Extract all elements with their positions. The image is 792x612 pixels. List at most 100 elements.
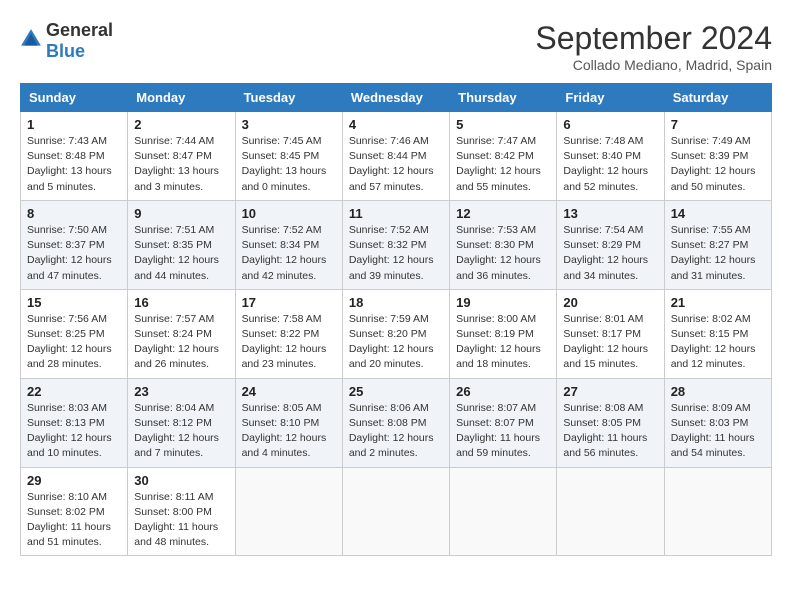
day-info: Sunrise: 7:45 AMSunset: 8:45 PMDaylight:…	[242, 134, 336, 195]
header-tuesday: Tuesday	[235, 84, 342, 112]
calendar-week-row: 15 Sunrise: 7:56 AMSunset: 8:25 PMDayligh…	[21, 289, 772, 378]
day-number: 12	[456, 206, 550, 221]
day-info: Sunrise: 7:50 AMSunset: 8:37 PMDaylight:…	[27, 223, 121, 284]
day-number: 23	[134, 384, 228, 399]
calendar-cell: 28 Sunrise: 8:09 AMSunset: 8:03 PMDayligh…	[664, 378, 771, 467]
day-number: 1	[27, 117, 121, 132]
calendar-cell: 24Sunrise: 8:05 AMSunset: 8:10 PMDayligh…	[235, 378, 342, 467]
day-info: Sunrise: 8:05 AMSunset: 8:10 PMDaylight:…	[242, 401, 336, 462]
day-info: Sunrise: 7:46 AMSunset: 8:44 PMDaylight:…	[349, 134, 443, 195]
day-number: 25	[349, 384, 443, 399]
day-number: 30	[134, 473, 228, 488]
calendar-week-row: 22 Sunrise: 8:03 AMSunset: 8:13 PMDayligh…	[21, 378, 772, 467]
calendar-cell: 25Sunrise: 8:06 AMSunset: 8:08 PMDayligh…	[342, 378, 449, 467]
header-saturday: Saturday	[664, 84, 771, 112]
day-number: 15	[27, 295, 121, 310]
calendar-cell: 9 Sunrise: 7:51 AMSunset: 8:35 PMDaylight…	[128, 200, 235, 289]
calendar-cell	[664, 467, 771, 556]
day-info: Sunrise: 7:48 AMSunset: 8:40 PMDaylight:…	[563, 134, 657, 195]
day-number: 13	[563, 206, 657, 221]
day-number: 9	[134, 206, 228, 221]
day-info: Sunrise: 7:59 AMSunset: 8:20 PMDaylight:…	[349, 312, 443, 373]
day-info: Sunrise: 7:47 AMSunset: 8:42 PMDaylight:…	[456, 134, 550, 195]
day-info: Sunrise: 8:09 AMSunset: 8:03 PMDaylight:…	[671, 401, 765, 462]
calendar-cell: 14 Sunrise: 7:55 AMSunset: 8:27 PMDayligh…	[664, 200, 771, 289]
calendar-cell: 8 Sunrise: 7:50 AMSunset: 8:37 PMDaylight…	[21, 200, 128, 289]
day-info: Sunrise: 7:51 AMSunset: 8:35 PMDaylight:…	[134, 223, 228, 284]
day-number: 11	[349, 206, 443, 221]
calendar-cell: 29 Sunrise: 8:10 AMSunset: 8:02 PMDayligh…	[21, 467, 128, 556]
header-thursday: Thursday	[450, 84, 557, 112]
calendar-cell: 1 Sunrise: 7:43 AMSunset: 8:48 PMDaylight…	[21, 112, 128, 201]
day-number: 2	[134, 117, 228, 132]
day-info: Sunrise: 7:57 AMSunset: 8:24 PMDaylight:…	[134, 312, 228, 373]
month-title: September 2024	[535, 20, 772, 57]
logo: General Blue	[20, 20, 113, 62]
day-info: Sunrise: 7:56 AMSunset: 8:25 PMDaylight:…	[27, 312, 121, 373]
day-info: Sunrise: 7:43 AMSunset: 8:48 PMDaylight:…	[27, 134, 121, 195]
calendar-cell	[235, 467, 342, 556]
day-number: 18	[349, 295, 443, 310]
day-number: 20	[563, 295, 657, 310]
day-number: 26	[456, 384, 550, 399]
logo-blue: Blue	[46, 41, 85, 61]
calendar-cell: 30Sunrise: 8:11 AMSunset: 8:00 PMDayligh…	[128, 467, 235, 556]
calendar-cell: 10Sunrise: 7:52 AMSunset: 8:34 PMDayligh…	[235, 200, 342, 289]
location: Collado Mediano, Madrid, Spain	[535, 57, 772, 73]
day-number: 7	[671, 117, 765, 132]
logo-general: General	[46, 20, 113, 40]
day-info: Sunrise: 8:04 AMSunset: 8:12 PMDaylight:…	[134, 401, 228, 462]
day-number: 4	[349, 117, 443, 132]
day-info: Sunrise: 7:55 AMSunset: 8:27 PMDaylight:…	[671, 223, 765, 284]
day-info: Sunrise: 8:00 AMSunset: 8:19 PMDaylight:…	[456, 312, 550, 373]
calendar-cell	[557, 467, 664, 556]
day-number: 3	[242, 117, 336, 132]
day-info: Sunrise: 8:10 AMSunset: 8:02 PMDaylight:…	[27, 490, 121, 551]
day-info: Sunrise: 7:52 AMSunset: 8:34 PMDaylight:…	[242, 223, 336, 284]
day-number: 28	[671, 384, 765, 399]
calendar-table: SundayMondayTuesdayWednesdayThursdayFrid…	[20, 83, 772, 556]
header-wednesday: Wednesday	[342, 84, 449, 112]
calendar-cell: 15 Sunrise: 7:56 AMSunset: 8:25 PMDayligh…	[21, 289, 128, 378]
logo-graphic	[20, 28, 42, 55]
calendar-header-row: SundayMondayTuesdayWednesdayThursdayFrid…	[21, 84, 772, 112]
calendar-week-row: 29 Sunrise: 8:10 AMSunset: 8:02 PMDayligh…	[21, 467, 772, 556]
day-number: 27	[563, 384, 657, 399]
day-number: 5	[456, 117, 550, 132]
calendar-cell: 2 Sunrise: 7:44 AMSunset: 8:47 PMDaylight…	[128, 112, 235, 201]
calendar-cell: 26 Sunrise: 8:07 AMSunset: 8:07 PMDayligh…	[450, 378, 557, 467]
header-sunday: Sunday	[21, 84, 128, 112]
header-monday: Monday	[128, 84, 235, 112]
calendar-cell: 21Sunrise: 8:02 AMSunset: 8:15 PMDayligh…	[664, 289, 771, 378]
calendar-cell: 18 Sunrise: 7:59 AMSunset: 8:20 PMDayligh…	[342, 289, 449, 378]
day-number: 6	[563, 117, 657, 132]
day-number: 8	[27, 206, 121, 221]
day-number: 22	[27, 384, 121, 399]
header-friday: Friday	[557, 84, 664, 112]
calendar-cell: 7 Sunrise: 7:49 AMSunset: 8:39 PMDaylight…	[664, 112, 771, 201]
day-number: 14	[671, 206, 765, 221]
day-info: Sunrise: 8:08 AMSunset: 8:05 PMDaylight:…	[563, 401, 657, 462]
calendar-cell	[450, 467, 557, 556]
calendar-cell: 23 Sunrise: 8:04 AMSunset: 8:12 PMDayligh…	[128, 378, 235, 467]
day-info: Sunrise: 7:49 AMSunset: 8:39 PMDaylight:…	[671, 134, 765, 195]
day-info: Sunrise: 8:03 AMSunset: 8:13 PMDaylight:…	[27, 401, 121, 462]
calendar-cell: 16Sunrise: 7:57 AMSunset: 8:24 PMDayligh…	[128, 289, 235, 378]
calendar-cell: 20Sunrise: 8:01 AMSunset: 8:17 PMDayligh…	[557, 289, 664, 378]
calendar-cell: 13 Sunrise: 7:54 AMSunset: 8:29 PMDayligh…	[557, 200, 664, 289]
calendar-cell: 11 Sunrise: 7:52 AMSunset: 8:32 PMDayligh…	[342, 200, 449, 289]
calendar-cell: 17 Sunrise: 7:58 AMSunset: 8:22 PMDayligh…	[235, 289, 342, 378]
day-info: Sunrise: 7:44 AMSunset: 8:47 PMDaylight:…	[134, 134, 228, 195]
title-block: September 2024 Collado Mediano, Madrid, …	[535, 20, 772, 73]
day-info: Sunrise: 7:58 AMSunset: 8:22 PMDaylight:…	[242, 312, 336, 373]
calendar-cell: 5 Sunrise: 7:47 AMSunset: 8:42 PMDaylight…	[450, 112, 557, 201]
day-info: Sunrise: 8:07 AMSunset: 8:07 PMDaylight:…	[456, 401, 550, 462]
day-number: 21	[671, 295, 765, 310]
calendar-cell: 27 Sunrise: 8:08 AMSunset: 8:05 PMDayligh…	[557, 378, 664, 467]
calendar-cell: 19Sunrise: 8:00 AMSunset: 8:19 PMDayligh…	[450, 289, 557, 378]
day-number: 17	[242, 295, 336, 310]
day-info: Sunrise: 7:52 AMSunset: 8:32 PMDaylight:…	[349, 223, 443, 284]
calendar-week-row: 1 Sunrise: 7:43 AMSunset: 8:48 PMDaylight…	[21, 112, 772, 201]
day-info: Sunrise: 7:54 AMSunset: 8:29 PMDaylight:…	[563, 223, 657, 284]
day-number: 29	[27, 473, 121, 488]
